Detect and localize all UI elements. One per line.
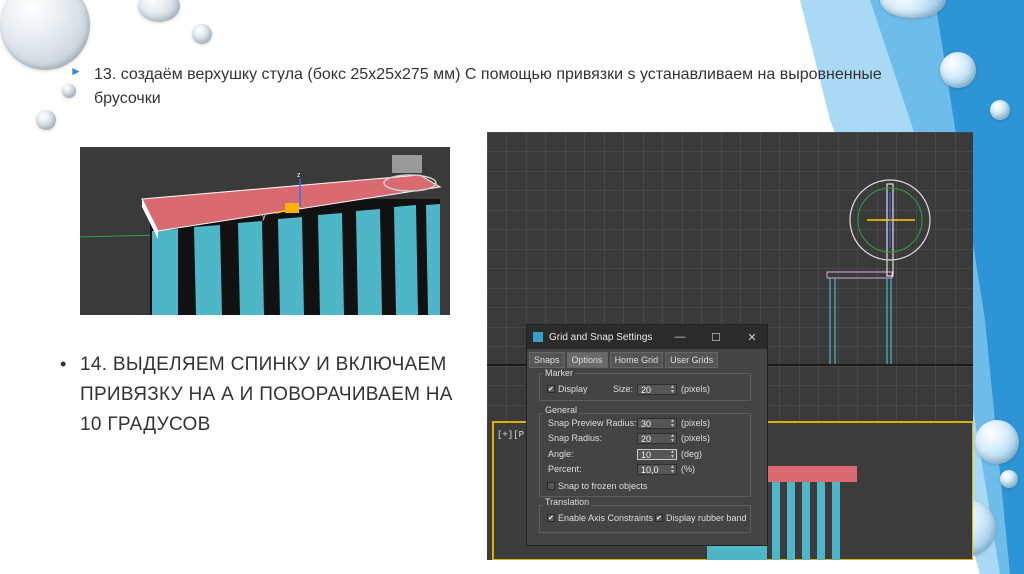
tab-snaps[interactable]: Snaps: [529, 352, 565, 368]
bubble: [192, 24, 212, 44]
percent-unit: (%): [681, 464, 695, 474]
tab-home-grid[interactable]: Home Grid: [609, 352, 664, 368]
dialog-title: Grid and Snap Settings: [549, 331, 653, 343]
bubble: [62, 84, 76, 98]
display-rubber-band-checkbox[interactable]: ✔: [655, 514, 663, 522]
angle-spinner[interactable]: ▴ ▾: [669, 449, 676, 461]
snap-preview-radius-label: Snap Preview Radius:: [548, 418, 637, 428]
angle-unit: (deg): [681, 449, 703, 459]
angle-label: Angle:: [548, 449, 574, 459]
bubble: [975, 420, 1019, 464]
general-group-label: General: [543, 405, 580, 415]
bubble: [36, 110, 56, 130]
tab-options[interactable]: Options: [566, 352, 608, 368]
size-spinner[interactable]: ▴ ▾: [669, 384, 676, 396]
display-label: Display: [558, 384, 588, 394]
snap-radius-unit: (pixels): [681, 433, 711, 443]
chair-back-top-render: z y: [80, 155, 442, 315]
arrow-bullet-icon: ►: [70, 64, 82, 78]
snap-frozen-checkbox[interactable]: [547, 482, 555, 490]
marker-group-label: Marker: [543, 368, 576, 378]
display-checkbox[interactable]: ✔: [547, 385, 555, 393]
enable-axis-constraints-label: Enable Axis Constraints: [558, 513, 654, 523]
snap-frozen-label: Snap to frozen objects: [558, 481, 648, 491]
close-button[interactable]: ✕: [737, 331, 767, 344]
viewport-screenshot-1: z y: [80, 147, 450, 315]
tab-user-grids[interactable]: User Grids: [665, 352, 719, 368]
bubble: [1000, 470, 1018, 488]
size-unit: (pixels): [681, 384, 711, 394]
axis-z-label: z: [297, 172, 301, 179]
step-13-text: 13. создаём верхушку стула (бокс 25х25х2…: [94, 66, 882, 107]
bubble: [0, 0, 90, 70]
grid-and-snap-settings-dialog: Grid and Snap Settings — ☐ ✕ Snaps Optio…: [526, 324, 768, 546]
bubble: [990, 100, 1010, 120]
minimize-button[interactable]: —: [665, 331, 695, 343]
maximize-button[interactable]: ☐: [701, 331, 731, 344]
percent-spinner[interactable]: ▴ ▾: [669, 464, 676, 476]
percent-label: Percent:: [548, 464, 582, 474]
bubble: [880, 0, 946, 18]
dialog-tabs: Snaps Options Home Grid User Grids: [527, 349, 767, 368]
axis-y-label: y: [262, 214, 266, 221]
viewport-label: [+][P: [497, 430, 524, 440]
app-icon: [533, 332, 543, 342]
bubble: [940, 52, 976, 88]
display-rubber-band-label: Display rubber band: [666, 513, 747, 523]
size-label: Size:: [613, 384, 634, 394]
enable-axis-constraints-checkbox[interactable]: ✔: [547, 514, 555, 522]
translation-group-label: Translation: [543, 497, 592, 507]
snap-radius-label: Snap Radius:: [548, 433, 603, 443]
snap-preview-radius-spinner[interactable]: ▴ ▾: [669, 418, 676, 430]
dialog-titlebar[interactable]: Grid and Snap Settings — ☐ ✕: [527, 325, 767, 349]
bullet-icon: •: [60, 354, 67, 374]
bubble: [138, 0, 180, 22]
snap-radius-spinner[interactable]: ▴ ▾: [669, 433, 676, 445]
step-14-text: 14. ВЫДЕЛЯЕМ СПИНКУ И ВКЛЮЧАЕМ ПРИВЯЗКУ …: [80, 354, 453, 435]
snap-preview-radius-unit: (pixels): [681, 418, 711, 428]
